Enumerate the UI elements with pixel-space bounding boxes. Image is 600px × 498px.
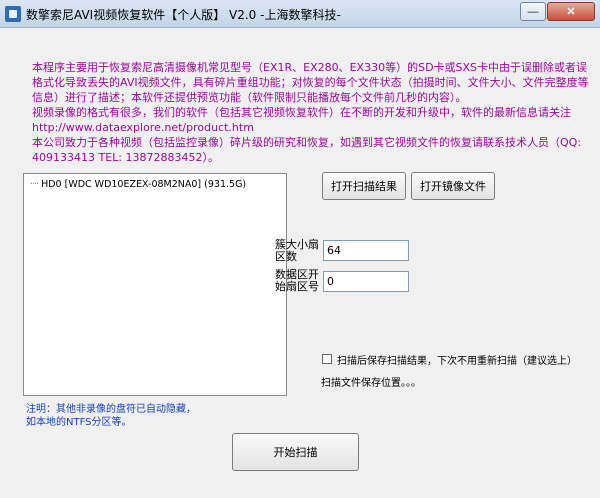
- minimize-button[interactable]: —: [520, 2, 546, 21]
- close-button[interactable]: ✕: [547, 2, 595, 21]
- open-scan-result-button[interactable]: 打开扫描结果: [322, 172, 406, 200]
- drive-item-label: HD0 [WDC WD10EZEX-08M2NA0] (931.5G): [41, 179, 247, 190]
- start-scan-button[interactable]: 开始扫描: [232, 433, 359, 471]
- intro-paragraph-2: 视频录像的格式有很多，我们的软件（包括其它视频恢复软件）在不断的开发和升级中，软…: [32, 106, 571, 134]
- note-line-1: 注明：其他非录像的盘符已自动隐藏，: [26, 404, 196, 415]
- title-bar: 数擎索尼AVI视频恢复软件【个人版】 V2.0 -上海数擎科技- — ✕: [0, 0, 600, 28]
- intro-paragraph-1: 本程序主要用于恢复索尼高清摄像机常见型号（EX1R、EX280、EX330等）的…: [32, 61, 589, 104]
- drive-item[interactable]: ···· HD0 [WDC WD10EZEX-08M2NA0] (931.5G): [30, 179, 246, 190]
- cluster-size-input[interactable]: [323, 240, 409, 261]
- tree-connector-icon: ····: [30, 179, 39, 190]
- open-image-file-button[interactable]: 打开镜像文件: [411, 172, 495, 200]
- window-title: 数擎索尼AVI视频恢复软件【个人版】 V2.0 -上海数擎科技-: [26, 8, 341, 22]
- save-results-checkbox[interactable]: [322, 354, 332, 364]
- note-line-2: 如本地的NTFS分区等。: [26, 417, 132, 428]
- save-location-text: 扫描文件保存位置。。。: [321, 378, 421, 389]
- app-icon: [5, 6, 21, 22]
- hidden-drives-note: 注明：其他非录像的盘符已自动隐藏， 如本地的NTFS分区等。: [26, 403, 196, 429]
- cluster-size-label: 簇大小扇区数: [275, 238, 319, 263]
- save-results-label[interactable]: 扫描后保存扫描结果，下次不用重新扫描（建议选上）: [337, 352, 577, 367]
- intro-text: 本程序主要用于恢复索尼高清摄像机常见型号（EX1R、EX280、EX330等）的…: [10, 60, 595, 165]
- data-start-sector-label: 数据区开始扇区号: [275, 268, 319, 293]
- drive-list[interactable]: ···· HD0 [WDC WD10EZEX-08M2NA0] (931.5G): [23, 173, 287, 396]
- data-start-sector-input[interactable]: [323, 271, 409, 292]
- intro-paragraph-3: 本公司致力于各种视频（包括监控录像）碎片级的研究和恢复，如遇到其它视频文件的恢复…: [32, 136, 582, 164]
